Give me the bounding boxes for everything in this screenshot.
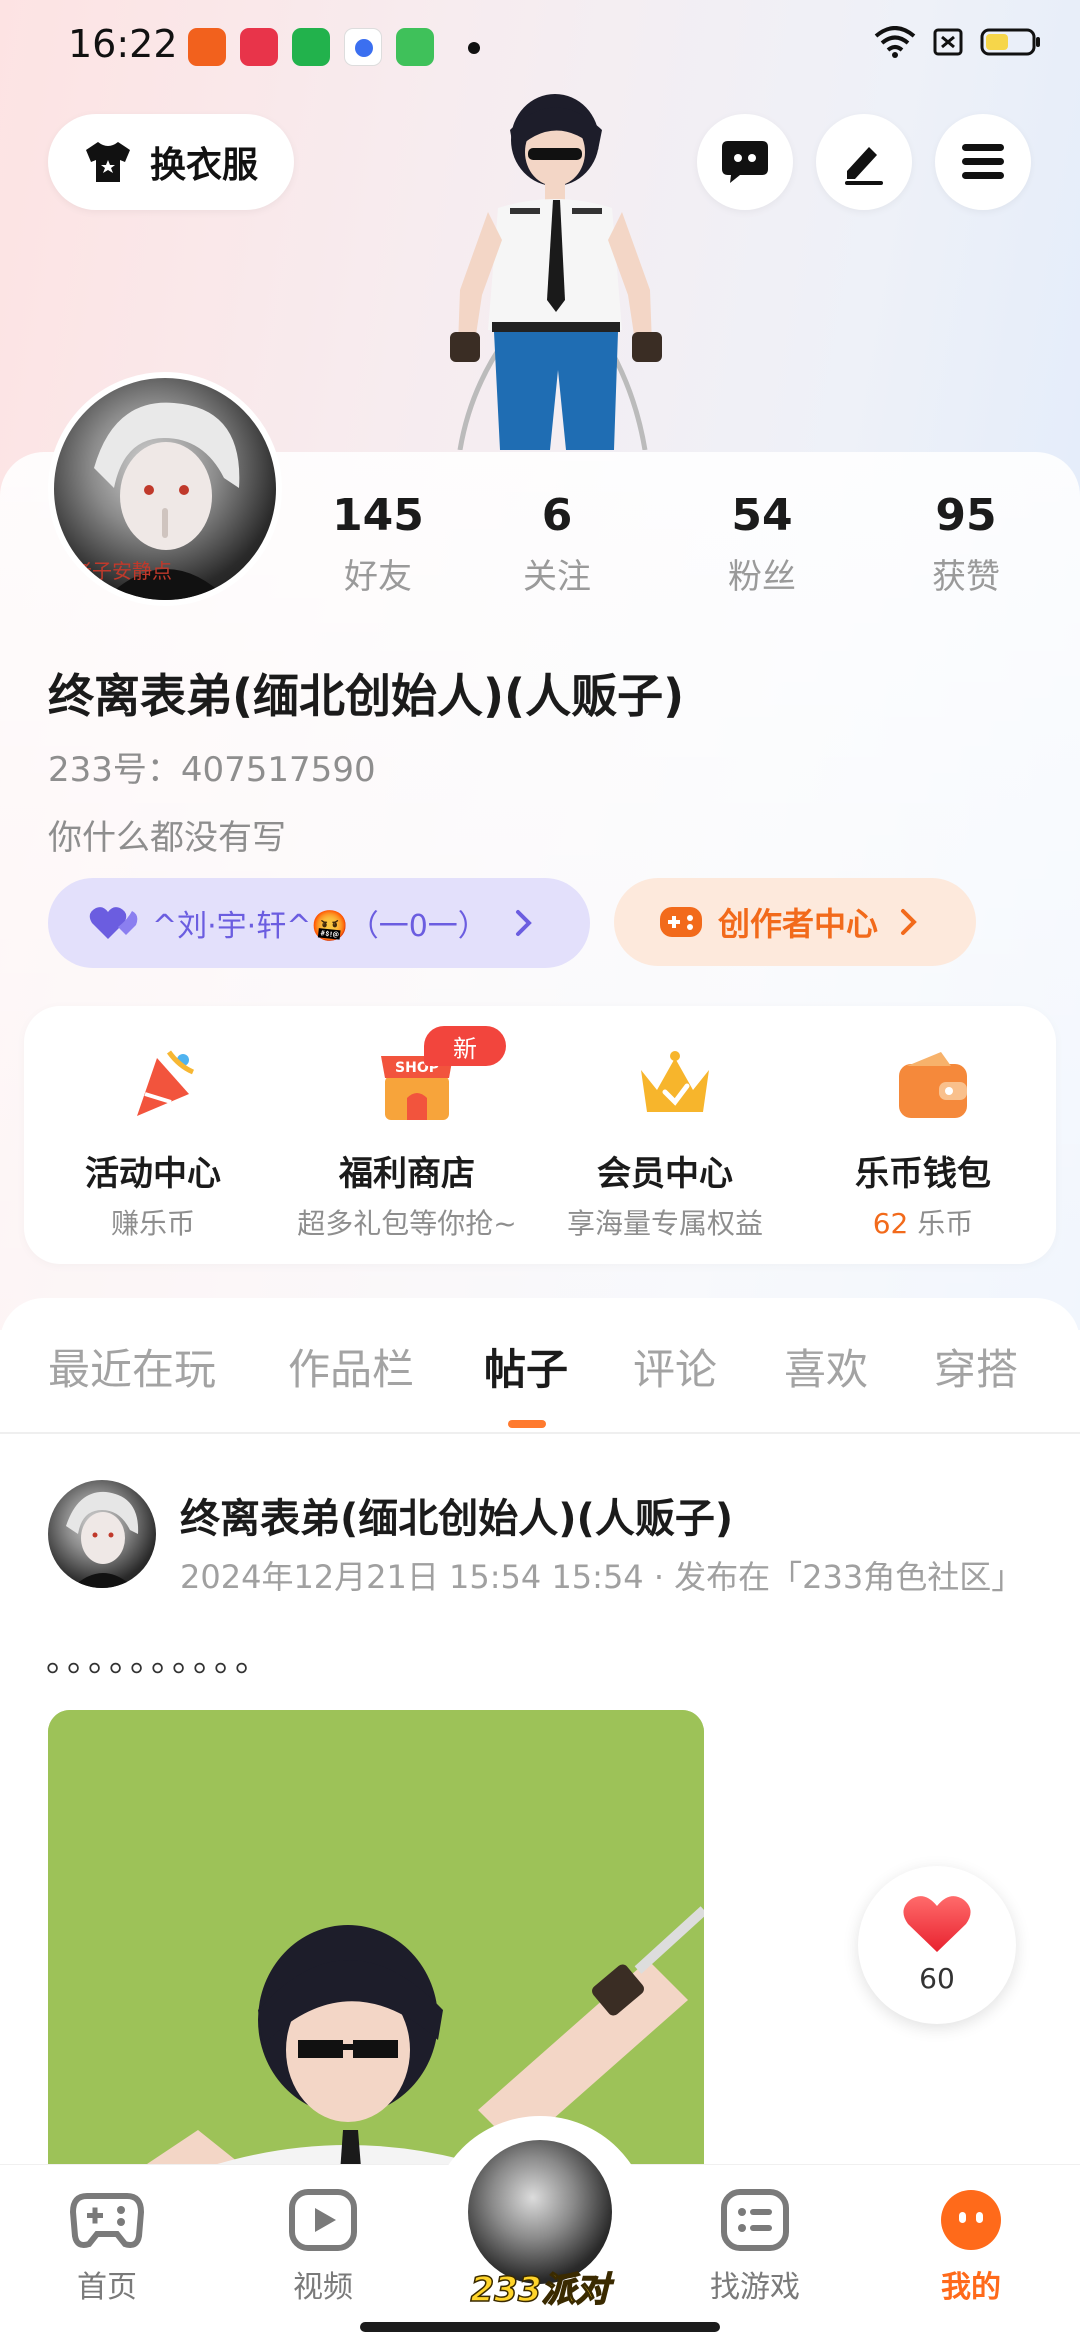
close-friend-pill[interactable]: ^刘·宇·轩^🤬（一0一） [48,878,590,968]
post-text[interactable]: 。。。。。。。。。。 [46,1632,273,1681]
post-author-avatar[interactable] [48,1480,156,1588]
crown-icon [641,1051,709,1112]
creator-center-label: 创作者中心 [718,905,879,943]
heart-icon [903,1896,971,1952]
avatar-portrait-image: 老子安静点 [72,402,240,600]
feature-title: 会员中心 [597,1154,733,1194]
profile-face-icon [941,2190,1001,2250]
stat-likes-received[interactable]: 95 获赞 [891,490,1041,598]
battery-icon [980,28,1040,56]
notification-app-icon [240,28,278,66]
feature-subtitle: 赚乐币 [110,1207,195,1240]
home-indicator[interactable] [360,2322,720,2332]
chat-bubble-icon [722,141,768,183]
tab-outfits[interactable]: 穿搭 [934,1336,1018,1397]
tab-works[interactable]: 作品栏 [288,1336,414,1397]
post-avatar-image [66,1491,139,1588]
notification-app-icon [396,28,434,66]
like-count: 60 [919,1962,955,1995]
status-bar: 16:22 [0,0,1080,96]
edit-profile-button[interactable] [816,114,912,210]
profile-username: 终离表弟(缅北创始人)(人贩子) [48,669,685,723]
profile-user-id[interactable]: 233号：407517590 [48,742,376,791]
nav-party-label[interactable]: 233派对 [470,2262,610,2311]
notification-app-icon [292,28,330,66]
status-time: 16:22 [68,22,178,66]
nav-label: 视频 [293,2270,353,2305]
feature-subtitle: 享海量专属权益 [566,1207,763,1240]
stat-number: 54 [731,490,793,541]
profile-bio[interactable]: 你什么都没有写 [48,810,286,859]
stat-number: 6 [541,490,573,541]
nav-home[interactable]: 首页 [32,2188,182,2306]
creator-center-button[interactable]: 创作者中心 [614,878,976,966]
tab-comments[interactable]: 评论 [633,1336,717,1397]
member-center-entry[interactable]: 会员中心 享海量专属权益 [536,1006,794,1264]
message-button[interactable] [697,114,793,210]
nav-mine[interactable]: 我的 [896,2188,1046,2306]
coin-balance: 62 [872,1207,909,1240]
change-outfit-button[interactable]: 换衣服 [48,114,294,210]
feature-title: 福利商店 [339,1154,475,1194]
coin-wallet-entry[interactable]: 乐币钱包 62 乐币 [794,1006,1052,1264]
stat-label: 获赞 [932,557,1000,597]
chevron-right-icon [901,909,917,935]
new-badge: 新 [424,1026,506,1066]
coin-unit: 乐币 [908,1207,974,1240]
nav-find-games[interactable]: 找游戏 [680,2188,830,2306]
gamepad-icon [69,2193,145,2248]
feature-title: 乐币钱包 [855,1154,991,1194]
party-icon [137,1050,195,1116]
avatar-character-3d[interactable] [410,90,700,450]
close-friend-name: ^刘·宇·轩^🤬（一0一） [152,909,488,944]
stat-label: 好友 [344,557,412,597]
status-right-icons [874,26,1042,58]
nav-label: 找游戏 [710,2270,800,2305]
feature-card: 活动中心 赚乐币 SHOP 福利商店 超多礼包等你抢~ 会员中心 享海量专属权益… [24,1006,1056,1264]
wifi-icon [874,26,916,58]
change-outfit-label: 换衣服 [150,145,259,186]
stat-following[interactable]: 6 关注 [482,490,632,598]
tab-recently-played[interactable]: 最近在玩 [48,1336,216,1397]
profile-avatar[interactable]: 老子安静点 [48,372,282,606]
notification-app-icon [188,28,226,66]
feature-subtitle: 62 乐币 [794,1202,1052,1242]
pencil-icon [845,147,883,185]
stat-friends[interactable]: 145 好友 [303,490,453,598]
stat-label: 关注 [523,557,591,597]
active-tab-indicator [508,1420,546,1428]
tab-divider [0,1432,1080,1434]
hamburger-menu-icon [962,144,1004,179]
tshirt-icon [86,142,130,182]
nav-label: 首页 [77,2270,137,2305]
tab-likes[interactable]: 喜欢 [784,1336,868,1397]
baidu-app-icon [344,28,382,66]
post-author-name[interactable]: 终离表弟(缅北创始人)(人贩子) [180,1486,733,1544]
game-list-icon [721,2189,789,2251]
stat-number: 145 [332,490,424,541]
nav-label: 我的 [941,2270,1001,2305]
feature-title: 活动中心 [85,1154,221,1194]
nav-video[interactable]: 视频 [248,2188,398,2306]
stat-fans[interactable]: 54 粉丝 [687,490,837,598]
sim-off-icon [933,28,963,56]
menu-button[interactable] [935,114,1031,210]
more-notifications-dot [468,42,480,54]
post-meta: 2024年12月21日 15:54 15:54 · 发布在「233角色社区」 [180,1558,1024,1596]
wallet-icon [899,1052,967,1118]
tab-posts[interactable]: 帖子 [484,1336,568,1397]
stat-number: 95 [935,490,997,541]
stat-label: 粉丝 [728,557,796,597]
gamepad-icon [660,907,702,937]
heart-pair-icon [89,907,138,939]
play-video-icon [289,2189,357,2251]
activity-center-entry[interactable]: 活动中心 赚乐币 [24,1006,282,1264]
feature-subtitle: 超多礼包等你抢~ [297,1207,517,1240]
floating-like-button[interactable]: 60 [858,1866,1016,2024]
chevron-right-icon [515,910,532,936]
